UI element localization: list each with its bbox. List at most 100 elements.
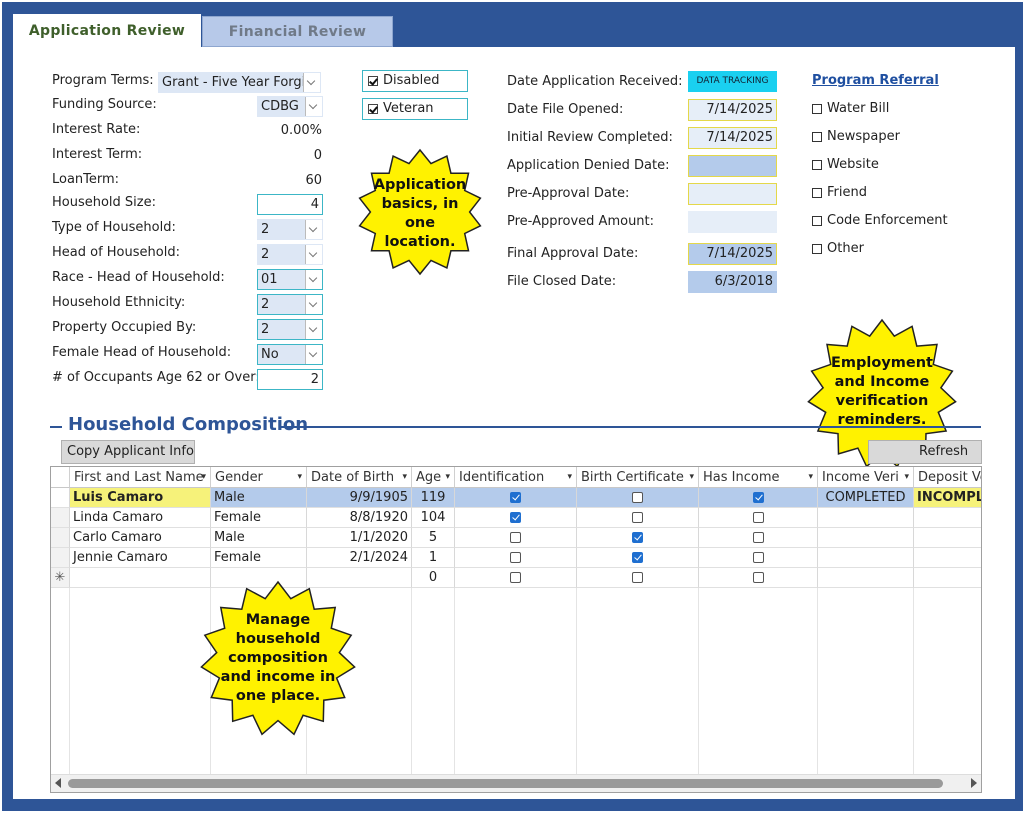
cell-checkbox[interactable]: [632, 552, 643, 563]
referral-water-bill-checkbox[interactable]: [812, 103, 822, 114]
of-occupants-age-62-or-over-input[interactable]: 2: [257, 369, 323, 390]
chevron-down-icon[interactable]: ▾: [567, 467, 572, 487]
new-row-marker[interactable]: ✳: [51, 568, 70, 588]
cell-income-veri[interactable]: COMPLETED: [818, 488, 914, 508]
application-denied-date-field[interactable]: [688, 155, 777, 177]
funding-source-dropdown[interactable]: CDBG: [257, 96, 323, 117]
veteran-checkbox[interactable]: Veteran: [362, 98, 468, 120]
female-head-of-household-dropdown[interactable]: No: [257, 344, 323, 365]
date-file-opened-field[interactable]: 7/14/2025: [688, 99, 777, 121]
cell-age[interactable]: 5: [412, 528, 455, 548]
cell-checkbox[interactable]: [752, 532, 764, 543]
cell-name[interactable]: Jennie Camaro: [70, 548, 211, 568]
initial-review-completed-field[interactable]: 7/14/2025: [688, 127, 777, 149]
column-header-identification[interactable]: Identification ▾: [455, 467, 577, 488]
new-row-cell-birth[interactable]: [577, 568, 699, 588]
new-row-cell-name[interactable]: [70, 568, 211, 588]
cell-income[interactable]: [699, 528, 818, 548]
final-approval-date-field[interactable]: 7/14/2025: [688, 243, 777, 265]
scroll-left-icon[interactable]: [55, 778, 61, 788]
cell-deposit[interactable]: [914, 548, 981, 568]
new-row-cell-income-veri[interactable]: [818, 568, 914, 588]
cell-checkbox[interactable]: [510, 512, 521, 523]
head-of-household-dropdown[interactable]: 2: [257, 244, 323, 265]
cell-income[interactable]: [699, 548, 818, 568]
cell-checkbox[interactable]: [632, 572, 643, 583]
pre-approval-date-field[interactable]: [688, 183, 777, 205]
type-of-household-dropdown[interactable]: 2: [257, 219, 323, 240]
cell-deposit[interactable]: [914, 508, 981, 528]
new-row-cell-deposit[interactable]: [914, 568, 981, 588]
cell-name[interactable]: Linda Camaro: [70, 508, 211, 528]
referral-newspaper-checkbox[interactable]: [812, 131, 822, 142]
referral-other-checkbox[interactable]: [812, 243, 822, 254]
cell-checkbox[interactable]: [632, 492, 643, 503]
refresh-button[interactable]: Refresh: [868, 440, 982, 464]
column-header-first-and-last-name[interactable]: First and Last Name ▾: [70, 467, 211, 488]
cell-id[interactable]: [455, 488, 577, 508]
cell-id[interactable]: [455, 548, 577, 568]
row-selector[interactable]: [51, 548, 70, 568]
chevron-down-icon[interactable]: ▾: [689, 467, 694, 487]
cell-birth[interactable]: [577, 528, 699, 548]
cell-gender[interactable]: Female: [211, 548, 307, 568]
cell-checkbox[interactable]: [752, 572, 764, 583]
cell-name[interactable]: Carlo Camaro: [70, 528, 211, 548]
household-ethnicity-dropdown[interactable]: 2: [257, 294, 323, 315]
chevron-down-icon[interactable]: [305, 97, 322, 116]
column-header-birth-certificate[interactable]: Birth Certificate ▾: [577, 467, 699, 488]
cell-dob[interactable]: 1/1/2020: [307, 528, 412, 548]
column-header-income-veri[interactable]: Income Veri ▾: [818, 467, 914, 488]
cell-income-veri[interactable]: [818, 508, 914, 528]
referral-website[interactable]: Website: [812, 157, 879, 172]
cell-birth[interactable]: [577, 548, 699, 568]
chevron-down-icon[interactable]: ▾: [297, 467, 302, 487]
pre-approved-amount-field[interactable]: [688, 211, 777, 233]
row-selector[interactable]: [51, 488, 70, 508]
cell-income-veri[interactable]: [818, 528, 914, 548]
cell-gender[interactable]: Male: [211, 528, 307, 548]
column-header-age[interactable]: Age ▾: [412, 467, 455, 488]
referral-other[interactable]: Other: [812, 241, 864, 256]
data-tracking-button[interactable]: DATA TRACKING: [688, 71, 777, 92]
cell-gender[interactable]: Female: [211, 508, 307, 528]
referral-friend-checkbox[interactable]: [812, 187, 822, 198]
scroll-thumb[interactable]: [68, 779, 943, 788]
chevron-down-icon[interactable]: [305, 220, 322, 239]
referral-code-enforcement-checkbox[interactable]: [812, 215, 822, 226]
tab-application-review[interactable]: Application Review: [13, 14, 201, 48]
cell-birth[interactable]: [577, 488, 699, 508]
referral-code-enforcement[interactable]: Code Enforcement: [812, 213, 948, 228]
chevron-down-icon[interactable]: ▾: [201, 467, 206, 487]
cell-deposit[interactable]: [914, 528, 981, 548]
cell-checkbox[interactable]: [510, 492, 521, 503]
household-size-input[interactable]: 4: [257, 194, 323, 215]
cell-age[interactable]: 104: [412, 508, 455, 528]
cell-id[interactable]: [455, 528, 577, 548]
program-referral-title[interactable]: Program Referral: [812, 73, 939, 88]
cell-checkbox[interactable]: [632, 532, 643, 543]
chevron-down-icon[interactable]: ▾: [808, 467, 813, 487]
row-selector[interactable]: [51, 508, 70, 528]
referral-friend[interactable]: Friend: [812, 185, 867, 200]
cell-income[interactable]: [699, 488, 818, 508]
column-header-deposit-ve[interactable]: Deposit Ve: [914, 467, 981, 488]
chevron-down-icon[interactable]: ▾: [402, 467, 407, 487]
cell-income-veri[interactable]: [818, 548, 914, 568]
chevron-down-icon[interactable]: [305, 295, 322, 314]
disabled-checkbox[interactable]: Disabled: [362, 70, 468, 92]
horizontal-scrollbar[interactable]: [51, 774, 981, 792]
chevron-down-icon[interactable]: ▾: [904, 467, 909, 487]
chevron-down-icon[interactable]: [305, 270, 322, 289]
new-row-cell-age[interactable]: 0: [412, 568, 455, 588]
column-header-has-income[interactable]: Has Income ▾: [699, 467, 818, 488]
cell-checkbox[interactable]: [510, 552, 521, 563]
file-closed-date-field[interactable]: 6/3/2018: [688, 271, 777, 293]
cell-age[interactable]: 1: [412, 548, 455, 568]
chevron-down-icon[interactable]: [305, 320, 322, 339]
cell-id[interactable]: [455, 508, 577, 528]
column-header-date-of-birth[interactable]: Date of Birth ▾: [307, 467, 412, 488]
referral-website-checkbox[interactable]: [812, 159, 822, 170]
program-terms-dropdown[interactable]: Grant - Five Year Forgiv: [158, 72, 321, 93]
cell-income[interactable]: [699, 508, 818, 528]
